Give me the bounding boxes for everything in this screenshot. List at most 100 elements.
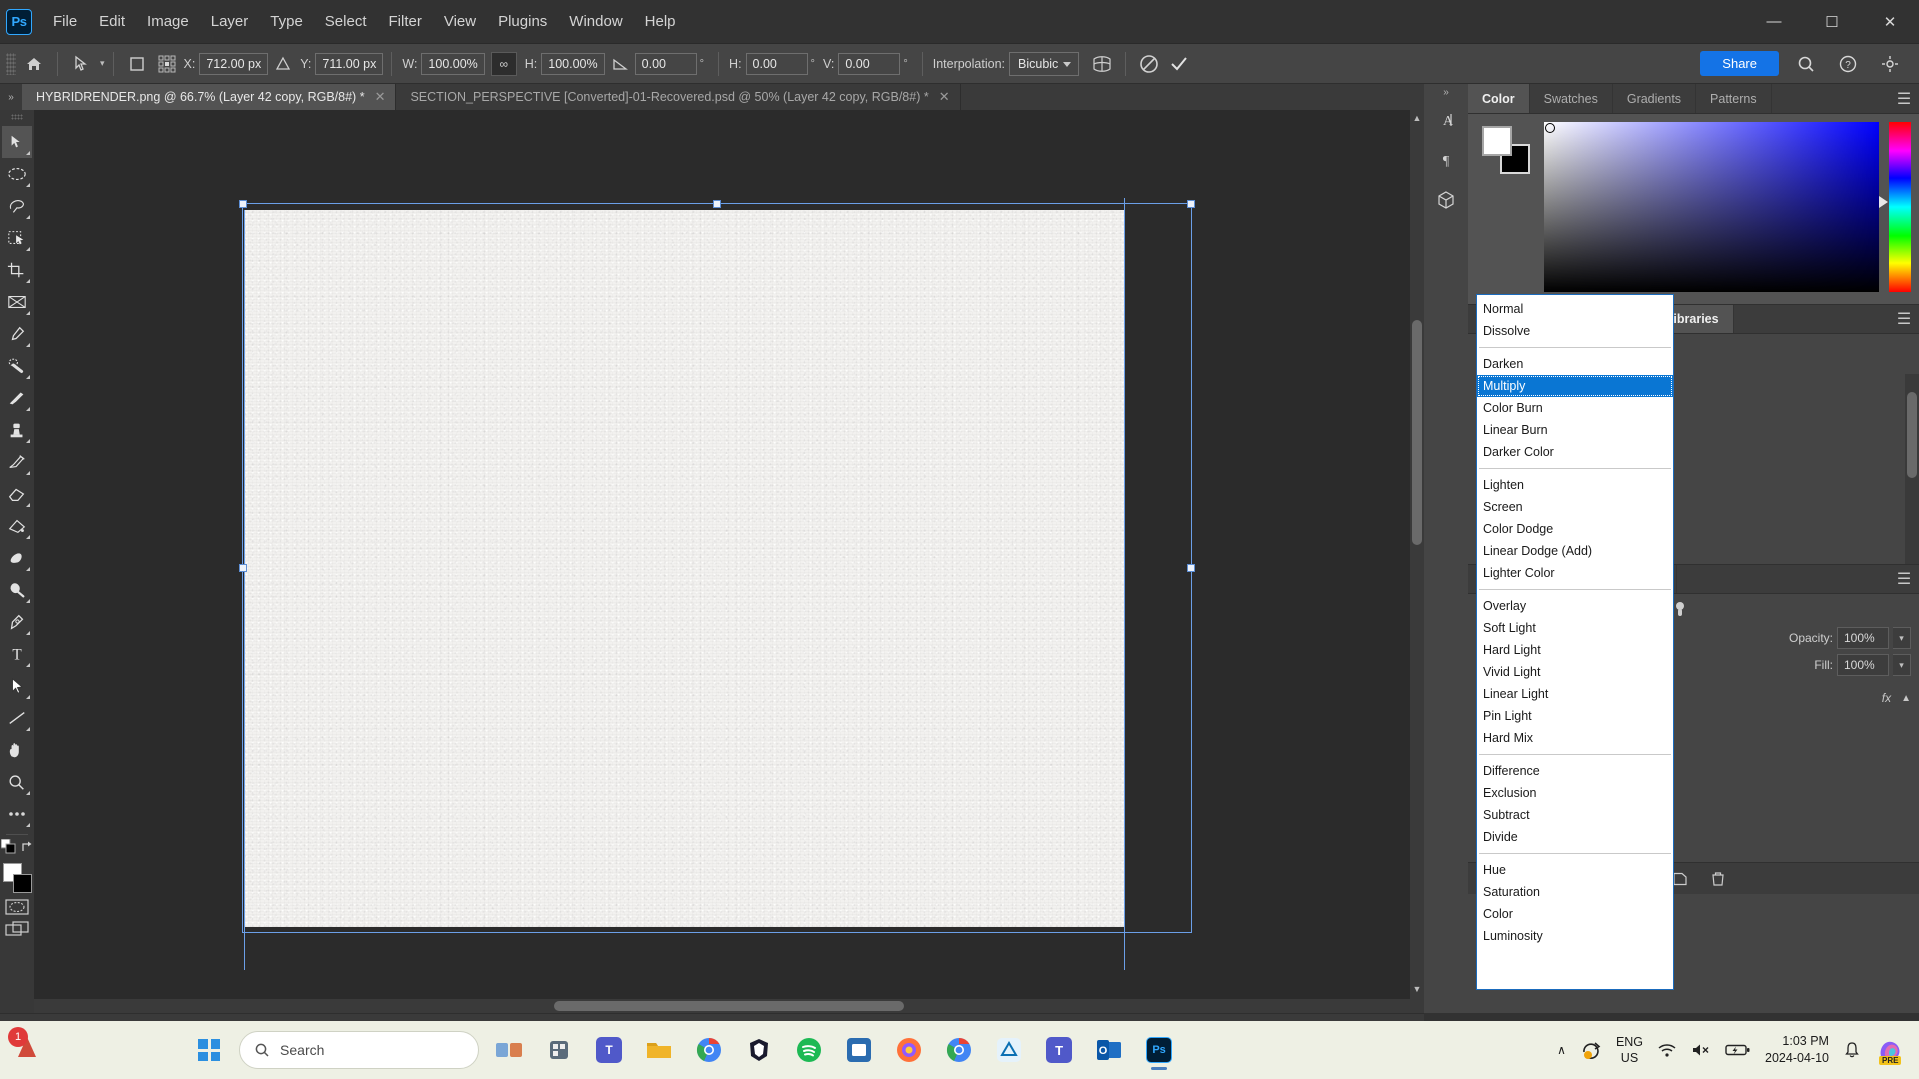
maximize-button[interactable]: ☐: [1803, 0, 1861, 44]
tabbar-expand-icon[interactable]: »: [0, 84, 22, 110]
relative-position-icon[interactable]: [268, 50, 298, 78]
volume-muted-icon[interactable]: [1691, 1042, 1711, 1058]
move-tool[interactable]: [2, 126, 32, 158]
properties-menu-icon[interactable]: ☰: [1889, 305, 1919, 333]
gradient-tool[interactable]: [2, 510, 32, 542]
sync-icon[interactable]: [1580, 1040, 1602, 1060]
character-panel-icon[interactable]: A: [1424, 100, 1468, 140]
width-input[interactable]: 100.00%: [421, 53, 484, 75]
reference-point-grid-icon[interactable]: [152, 50, 182, 78]
layer-expand-chevron-icon[interactable]: ▲: [1901, 693, 1911, 704]
menu-layer[interactable]: Layer: [200, 9, 260, 34]
blend-option-dissolve[interactable]: Dissolve: [1477, 320, 1673, 342]
tab-color[interactable]: Color: [1468, 84, 1530, 113]
taskbar-search[interactable]: Search: [239, 1031, 479, 1069]
bell-icon[interactable]: [1843, 1041, 1861, 1059]
blend-mode-dropdown-menu[interactable]: Normal Dissolve Darken Multiply Color Bu…: [1476, 294, 1674, 990]
x-input[interactable]: 712.00 px: [199, 53, 268, 75]
canvas-area[interactable]: ▲ ▼: [34, 110, 1424, 1013]
link-aspect-ratio-icon[interactable]: ∞: [491, 52, 517, 76]
menu-help[interactable]: Help: [634, 9, 687, 34]
clone-stamp-tool[interactable]: [2, 414, 32, 446]
color-swatches[interactable]: [2, 862, 32, 896]
minimize-button[interactable]: —: [1745, 0, 1803, 44]
fill-chevron-icon[interactable]: ▾: [1893, 654, 1911, 676]
eraser-tool[interactable]: [2, 478, 32, 510]
default-colors-icon[interactable]: [1, 839, 16, 854]
foreground-color-chip[interactable]: [1482, 126, 1512, 156]
blend-option-pin-light[interactable]: Pin Light: [1477, 705, 1673, 727]
start-button[interactable]: [189, 1030, 229, 1070]
teams-button[interactable]: T: [589, 1029, 629, 1071]
eyedropper-tool[interactable]: [2, 318, 32, 350]
blend-option-exclusion[interactable]: Exclusion: [1477, 782, 1673, 804]
skew-v-input[interactable]: 0.00: [838, 53, 900, 75]
move-tool-icon[interactable]: [66, 51, 98, 77]
blend-option-hard-light[interactable]: Hard Light: [1477, 639, 1673, 661]
blend-option-difference[interactable]: Difference: [1477, 760, 1673, 782]
wifi-icon[interactable]: [1657, 1042, 1677, 1058]
object-selection-tool[interactable]: [2, 222, 32, 254]
hue-slider-handle[interactable]: [1879, 196, 1888, 208]
store-button[interactable]: [839, 1029, 879, 1071]
blend-option-overlay[interactable]: Overlay: [1477, 595, 1673, 617]
blend-option-color-dodge[interactable]: Color Dodge: [1477, 518, 1673, 540]
blend-option-darken[interactable]: Darken: [1477, 353, 1673, 375]
reference-point-toggle[interactable]: [122, 50, 152, 78]
path-selection-tool[interactable]: [2, 670, 32, 702]
chrome2-button[interactable]: [939, 1029, 979, 1071]
workspace-switcher-icon[interactable]: [1875, 50, 1905, 78]
color-panel-swatches[interactable]: [1482, 126, 1538, 176]
horizontal-scroll-thumb[interactable]: [554, 1001, 904, 1011]
file-explorer-button[interactable]: [639, 1029, 679, 1071]
screen-mode-icon[interactable]: [4, 918, 30, 940]
edit-toolbar-icon[interactable]: [2, 798, 32, 830]
elliptical-marquee-tool[interactable]: [2, 158, 32, 190]
menu-type[interactable]: Type: [259, 9, 314, 34]
menu-window[interactable]: Window: [558, 9, 633, 34]
menu-file[interactable]: File: [42, 9, 88, 34]
color-panel-body[interactable]: [1468, 114, 1919, 304]
properties-scroll-thumb[interactable]: [1907, 392, 1917, 478]
blend-option-linear-dodge-add[interactable]: Linear Dodge (Add): [1477, 540, 1673, 562]
transform-handle-middle-right[interactable]: [1187, 564, 1195, 572]
search-icon[interactable]: [1791, 50, 1821, 78]
frame-tool[interactable]: [2, 286, 32, 318]
warp-mode-icon[interactable]: [1087, 50, 1117, 78]
widgets-button[interactable]: [539, 1029, 579, 1071]
tab-patterns[interactable]: Patterns: [1696, 84, 1772, 113]
pen-tool[interactable]: [2, 606, 32, 638]
brush-tool[interactable]: [2, 382, 32, 414]
chrome-button[interactable]: [689, 1029, 729, 1071]
rotate-input[interactable]: 0.00: [635, 53, 697, 75]
document-canvas[interactable]: [244, 210, 1124, 927]
photoshop-button[interactable]: Ps: [1139, 1029, 1179, 1071]
blend-option-soft-light[interactable]: Soft Light: [1477, 617, 1673, 639]
blend-option-color-burn[interactable]: Color Burn: [1477, 397, 1673, 419]
blend-option-screen[interactable]: Screen: [1477, 496, 1673, 518]
help-icon[interactable]: ?: [1833, 50, 1863, 78]
canvas-vertical-scrollbar[interactable]: ▲ ▼: [1410, 110, 1424, 1013]
panel-menu-icon[interactable]: ☰: [1889, 84, 1919, 113]
blend-option-saturation[interactable]: Saturation: [1477, 881, 1673, 903]
share-button[interactable]: Share: [1700, 51, 1779, 76]
blend-option-vivid-light[interactable]: Vivid Light: [1477, 661, 1673, 683]
blend-option-normal[interactable]: Normal: [1477, 298, 1673, 320]
blend-option-hue[interactable]: Hue: [1477, 859, 1673, 881]
line-tool[interactable]: [2, 702, 32, 734]
vertical-scroll-thumb[interactable]: [1412, 320, 1422, 545]
scroll-down-icon[interactable]: ▼: [1410, 981, 1424, 997]
cancel-transform-icon[interactable]: [1134, 50, 1164, 78]
blend-option-linear-light[interactable]: Linear Light: [1477, 683, 1673, 705]
teams2-button[interactable]: T: [1039, 1029, 1079, 1071]
transform-handle-top-right[interactable]: [1187, 200, 1195, 208]
brave-button[interactable]: [739, 1029, 779, 1071]
height-input[interactable]: 100.00%: [541, 53, 604, 75]
blend-option-subtract[interactable]: Subtract: [1477, 804, 1673, 826]
commit-transform-icon[interactable]: [1164, 50, 1194, 78]
menu-select[interactable]: Select: [314, 9, 378, 34]
canvas-horizontal-scrollbar[interactable]: [34, 999, 1424, 1013]
layers-menu-icon[interactable]: ☰: [1889, 565, 1919, 593]
menu-image[interactable]: Image: [136, 9, 200, 34]
dock-collapse-icon[interactable]: »: [1424, 84, 1468, 100]
